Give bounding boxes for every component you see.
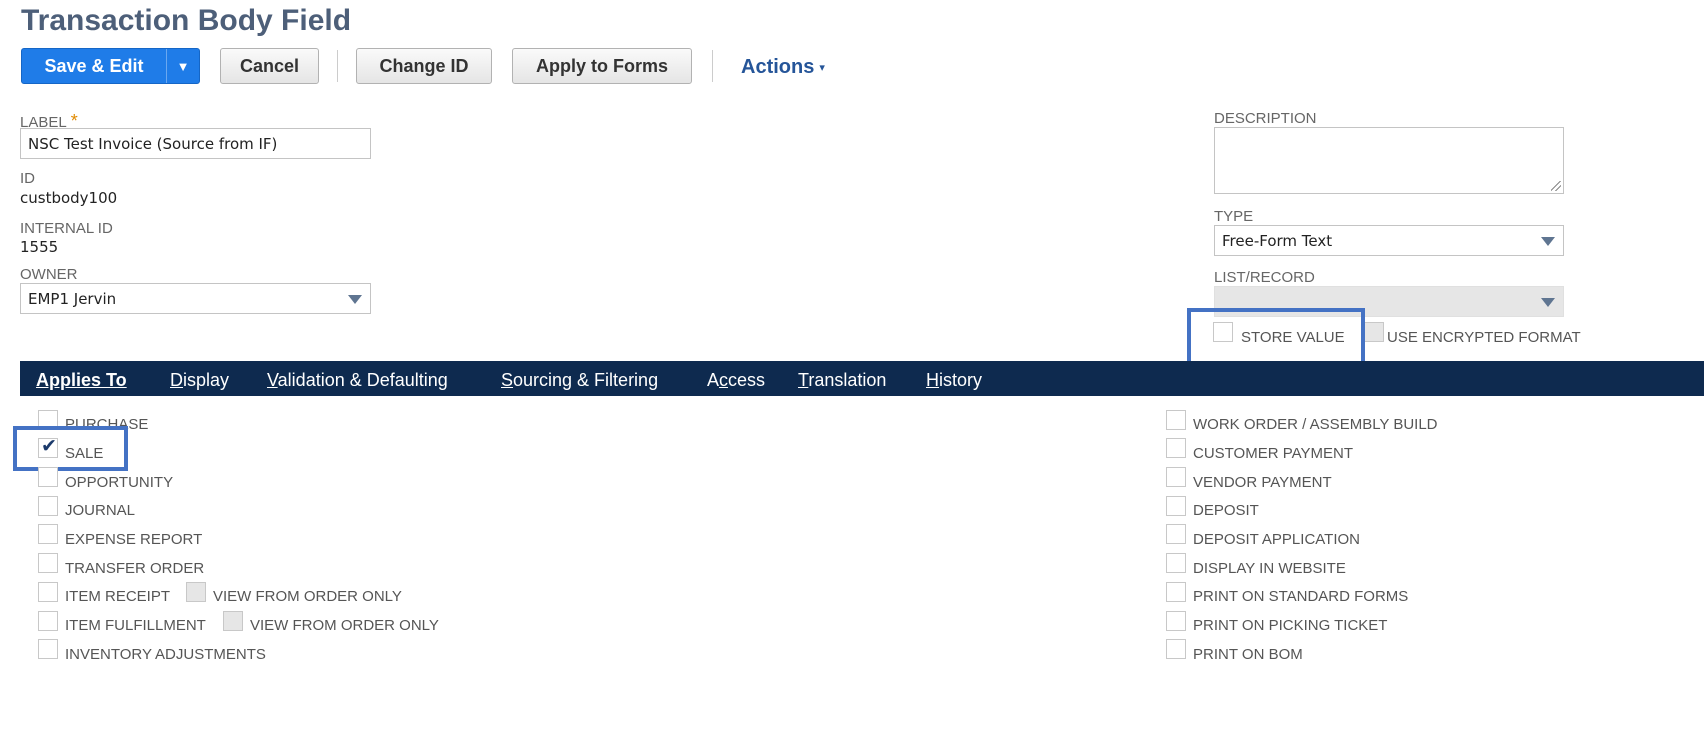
item-fulfillment-view-checkbox[interactable] [223,611,243,631]
vendor-payment-checkbox[interactable] [1166,467,1186,487]
work-order-checkbox[interactable] [1166,410,1186,430]
item-receipt-label: Item Receipt [65,588,171,605]
tab-sourcing-label[interactable]: ourcing & Filtering [513,370,658,390]
tab-history-accesskey[interactable]: H [926,370,939,390]
item-receipt-view-label: View from Order Only [213,588,402,605]
item-fulfillment-label: Item Fulfillment [65,617,206,634]
print-bom-label: Print on BOM [1193,646,1303,663]
work-order-label: Work Order / Assembly Build [1193,416,1438,433]
print-standard-forms-label: Print on Standard Forms [1193,588,1409,605]
deposit-application-label: Deposit Application [1193,531,1360,548]
actions-menu[interactable]: Actions ▾ [741,56,825,79]
save-edit-label[interactable]: Save & Edit [22,49,166,83]
owner-select[interactable]: EMP1 Jervin [20,283,371,314]
expense-report-label: Expense Report [65,531,203,548]
print-picking-ticket-checkbox[interactable] [1166,611,1186,631]
customer-payment-checkbox[interactable] [1166,438,1186,458]
deposit-label: Deposit [1193,502,1259,519]
deposit-checkbox[interactable] [1166,496,1186,516]
id-value: custbody100 [20,189,118,207]
tab-access[interactable]: Access [707,370,765,391]
internal-id-label: Internal ID [20,220,113,237]
save-edit-button[interactable]: Save & Edit ▼ [21,48,200,84]
type-label: Type [1214,208,1254,225]
label-input[interactable]: NSC Test Invoice (Source from IF) [20,128,371,159]
apply-to-forms-button[interactable]: Apply to Forms [512,48,692,84]
type-dropdown-icon[interactable] [1541,237,1555,246]
tab-access-label[interactable]: cess [728,370,765,390]
use-encrypted-label: Use Encrypted Format [1387,329,1581,346]
item-fulfillment-view-label: View from Order Only [250,617,439,634]
owner-label: Owner [20,266,78,283]
tab-validation-label[interactable]: alidation & Defaulting [278,370,448,390]
cancel-button[interactable]: Cancel [220,48,319,84]
list-record-dropdown-icon [1541,298,1555,307]
tab-translation-accesskey[interactable]: T [798,370,808,390]
description-label: Description [1214,110,1317,127]
tab-display[interactable]: Display [170,370,229,391]
tab-translation-label[interactable]: ranslation [808,370,886,390]
description-textarea[interactable] [1214,127,1564,194]
transfer-order-label: Transfer Order [65,560,205,577]
tab-applies-to[interactable]: Applies To [36,370,127,391]
tab-validation-accesskey[interactable]: V [267,370,278,390]
type-select[interactable]: Free-Form Text [1214,225,1564,256]
print-bom-checkbox[interactable] [1166,639,1186,659]
expense-report-checkbox[interactable] [38,524,58,544]
tab-access-pre[interactable]: A [707,370,719,390]
change-id-button[interactable]: Change ID [356,48,492,84]
list-record-label: List/Record [1214,269,1315,286]
vendor-payment-label: Vendor Payment [1193,474,1332,491]
tab-sourcing-accesskey[interactable]: S [501,370,513,390]
opportunity-checkbox[interactable] [38,467,58,487]
toolbar-divider [337,50,338,82]
resize-grip-icon[interactable] [1551,181,1561,191]
subtab-bar: Applies To Display Validation & Defaulti… [20,361,1704,396]
type-select-value[interactable]: Free-Form Text [1222,232,1332,250]
inventory-adjustments-label: Inventory Adjustments [65,646,266,663]
print-standard-forms-checkbox[interactable] [1166,582,1186,602]
owner-dropdown-icon[interactable] [348,295,362,304]
display-in-website-checkbox[interactable] [1166,553,1186,573]
owner-select-value[interactable]: EMP1 Jervin [28,290,116,308]
journal-label: Journal [65,502,136,519]
actions-label[interactable]: Actions [741,56,814,78]
item-receipt-checkbox[interactable] [38,582,58,602]
actions-caret-icon[interactable]: ▾ [819,62,825,74]
tab-history[interactable]: History [926,370,982,391]
internal-id-value: 1555 [20,238,59,256]
inventory-adjustments-checkbox[interactable] [38,639,58,659]
tab-display-accesskey[interactable]: D [170,370,183,390]
toolbar-divider [712,50,713,82]
item-fulfillment-checkbox[interactable] [38,611,58,631]
page-title: Transaction Body Field [21,4,352,37]
id-label: ID [20,170,35,187]
transfer-order-checkbox[interactable] [38,553,58,573]
save-dropdown-icon[interactable]: ▼ [166,49,199,83]
item-receipt-view-checkbox[interactable] [186,582,206,602]
tab-validation-defaulting[interactable]: Validation & Defaulting [267,370,448,391]
display-in-website-label: Display in Website [1193,560,1346,577]
tab-sourcing-filtering[interactable]: Sourcing & Filtering [501,370,658,391]
journal-checkbox[interactable] [38,496,58,516]
tab-history-label[interactable]: istory [939,370,982,390]
tab-translation[interactable]: Translation [798,370,886,391]
store-value-highlight [1187,308,1365,367]
deposit-application-checkbox[interactable] [1166,524,1186,544]
tab-access-accesskey[interactable]: c [719,370,728,390]
opportunity-label: Opportunity [65,474,174,491]
customer-payment-label: Customer Payment [1193,445,1354,462]
sale-highlight [13,426,128,471]
print-picking-ticket-label: Print on Picking Ticket [1193,617,1388,634]
use-encrypted-checkbox[interactable] [1364,322,1384,342]
tab-display-label[interactable]: isplay [183,370,229,390]
